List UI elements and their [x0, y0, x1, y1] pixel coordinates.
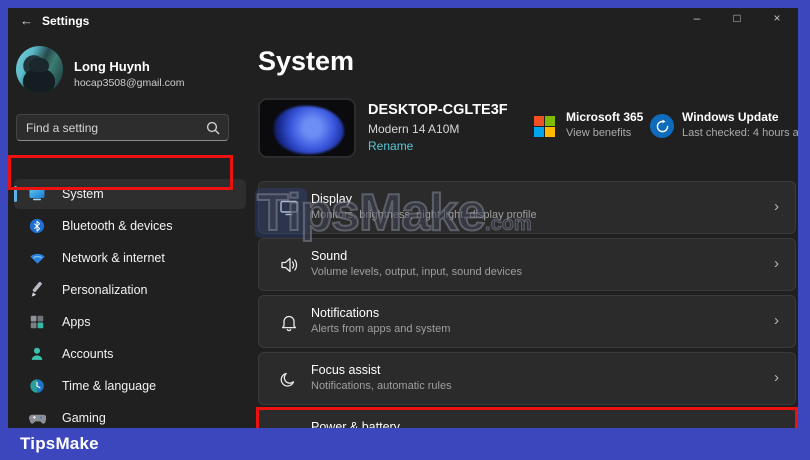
sidebar-nav: System Bluetooth & devices Network & int… — [14, 179, 246, 428]
titlebar: ← Settings – □ × — [8, 8, 798, 38]
personalization-brush-icon — [28, 281, 46, 299]
back-arrow-icon[interactable]: ← — [20, 13, 33, 28]
gaming-controller-icon — [28, 409, 46, 427]
sidebar-item-label: System — [62, 187, 104, 201]
sidebar-item-label: Accounts — [62, 347, 114, 361]
main-content: System DESKTOP-CGLTE3F Modern 14 A10M Re… — [258, 38, 798, 428]
row-subtitle: Volume levels, output, input, sound devi… — [311, 266, 522, 278]
minimize-button[interactable]: – — [690, 11, 704, 25]
search-input[interactable] — [26, 116, 201, 139]
microsoft-365-title: Microsoft 365 — [566, 110, 644, 124]
footer-brand-text: TipsMake — [20, 434, 99, 453]
apps-grid-icon — [28, 313, 46, 331]
close-button[interactable]: × — [770, 11, 784, 25]
notifications-bell-icon — [278, 311, 300, 333]
sidebar-item-network[interactable]: Network & internet — [14, 243, 246, 273]
chevron-right-icon: › — [774, 369, 779, 386]
time-language-clock-icon — [28, 377, 46, 395]
profile-email: hocap3508@gmail.com — [74, 77, 185, 89]
accounts-person-icon — [28, 345, 46, 363]
window-controls: – □ × — [690, 11, 784, 25]
display-icon — [278, 197, 300, 219]
sidebar-item-apps[interactable]: Apps — [14, 307, 246, 337]
maximize-button[interactable]: □ — [730, 11, 744, 25]
row-power-battery[interactable]: Power & battery › — [258, 409, 796, 428]
microsoft-logo-icon — [534, 116, 555, 137]
row-subtitle: Alerts from apps and system — [311, 323, 451, 335]
sidebar-item-label: Time & language — [62, 379, 157, 393]
windows-update-title: Windows Update — [682, 110, 779, 124]
sound-speaker-icon — [278, 254, 300, 276]
sidebar-item-label: Gaming — [62, 411, 106, 425]
search-icon — [206, 121, 220, 135]
row-sound[interactable]: Sound Volume levels, output, input, soun… — [258, 238, 796, 291]
search-box[interactable] — [16, 114, 229, 141]
sidebar-item-label: Apps — [62, 315, 91, 329]
page-title: System — [258, 46, 355, 76]
sidebar-item-label: Network & internet — [62, 251, 165, 265]
chevron-right-icon: › — [774, 255, 779, 272]
network-wifi-icon — [28, 249, 46, 267]
sidebar-item-personalization[interactable]: Personalization — [14, 275, 246, 305]
row-subtitle: Monitors, brightness, night light, displ… — [311, 209, 537, 221]
sidebar-item-accounts[interactable]: Accounts — [14, 339, 246, 369]
sidebar: Long Huynh hocap3508@gmail.com Find a se… — [8, 38, 252, 428]
sidebar-item-time-language[interactable]: Time & language — [14, 371, 246, 401]
device-name: DESKTOP-CGLTE3F — [368, 102, 508, 118]
settings-rows: Display Monitors, brightness, night ligh… — [258, 181, 796, 428]
row-notifications[interactable]: Notifications Alerts from apps and syste… — [258, 295, 796, 348]
device-model: Modern 14 A10M — [368, 122, 460, 136]
sidebar-item-label: Personalization — [62, 283, 148, 297]
profile-name: Long Huynh — [74, 59, 150, 74]
sidebar-item-label: Bluetooth & devices — [62, 219, 173, 233]
row-title: Focus assist — [311, 363, 381, 377]
windows-update-subtitle: Last checked: 4 hours ago — [682, 127, 798, 139]
screenshot-frame: ← Settings – □ × Long Huynh hocap3508@gm… — [0, 0, 810, 460]
focus-assist-moon-icon — [278, 368, 300, 390]
sidebar-item-gaming[interactable]: Gaming — [14, 403, 246, 428]
row-subtitle: Notifications, automatic rules — [311, 380, 452, 392]
sidebar-item-system[interactable]: System — [14, 179, 246, 209]
row-title: Power & battery — [311, 420, 400, 428]
device-thumbnail — [258, 98, 356, 158]
system-monitor-icon — [28, 185, 46, 203]
window-title: Settings — [42, 14, 90, 28]
microsoft-365-subtitle: View benefits — [566, 127, 632, 139]
windows-update-refresh-icon — [650, 114, 674, 138]
row-title: Notifications — [311, 306, 380, 320]
row-title: Sound — [311, 249, 348, 263]
sidebar-item-bluetooth[interactable]: Bluetooth & devices — [14, 211, 246, 241]
footer-bar: TipsMake — [0, 428, 810, 460]
chevron-right-icon: › — [774, 312, 779, 329]
row-display[interactable]: Display Monitors, brightness, night ligh… — [258, 181, 796, 234]
settings-window: ← Settings – □ × Long Huynh hocap3508@gm… — [8, 8, 798, 428]
rename-link[interactable]: Rename — [368, 139, 413, 153]
chevron-right-icon: › — [774, 198, 779, 215]
row-title: Display — [311, 192, 352, 206]
row-focus-assist[interactable]: Focus assist Notifications, automatic ru… — [258, 352, 796, 405]
avatar[interactable] — [16, 46, 63, 93]
bluetooth-icon — [28, 217, 46, 235]
